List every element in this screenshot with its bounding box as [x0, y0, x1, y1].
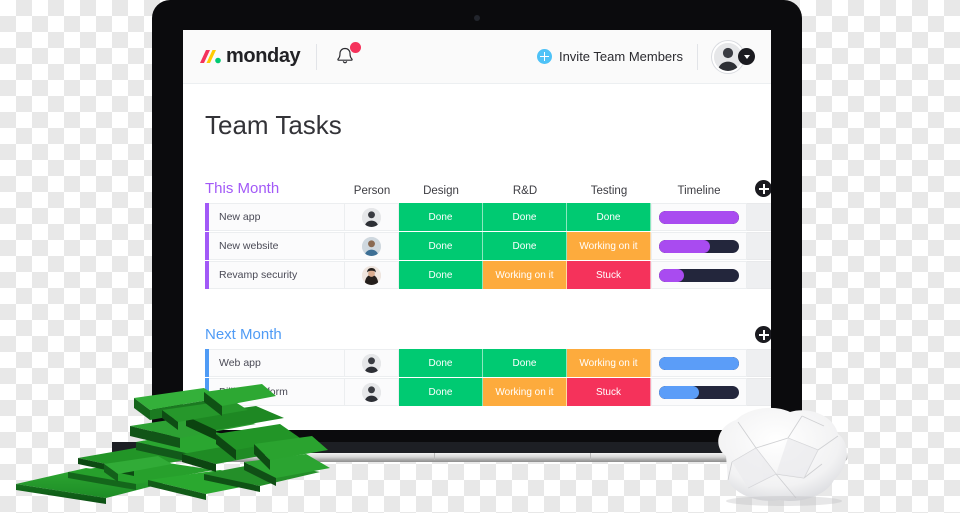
- timeline-bar: [658, 268, 740, 282]
- page-title: Team Tasks: [205, 110, 342, 140]
- laptop-screen: monday Invite Team Members Team Tasks Th…: [183, 30, 771, 430]
- column-header-rnd[interactable]: R&D: [483, 185, 567, 197]
- avatar: [362, 236, 381, 256]
- cell-status-design[interactable]: Done: [399, 378, 483, 406]
- cell-timeline[interactable]: [651, 232, 747, 260]
- cell-status-design[interactable]: Done: [399, 349, 483, 377]
- cell-status-testing[interactable]: Stuck: [567, 261, 651, 289]
- invite-team-members-button[interactable]: Invite Team Members: [536, 49, 683, 64]
- caret-triangle: [743, 55, 750, 59]
- user-avatar-icon: [362, 353, 381, 373]
- add-column-button[interactable]: [755, 326, 771, 343]
- cell-person[interactable]: [345, 232, 399, 260]
- cell-status-rnd[interactable]: Done: [483, 203, 567, 231]
- timeline-bar: [658, 356, 740, 370]
- cell-task-name[interactable]: New website: [209, 232, 345, 260]
- app-header: monday Invite Team Members: [183, 30, 771, 84]
- cell-empty: [747, 203, 771, 231]
- notification-badge: [350, 41, 362, 53]
- timeline-fill: [658, 239, 711, 253]
- cell-timeline[interactable]: [651, 349, 747, 377]
- crumpled-paper-ball: [718, 407, 847, 506]
- timeline-bar: [658, 239, 740, 253]
- column-header-testing[interactable]: Testing: [567, 185, 651, 197]
- group-header: Next Month: [205, 319, 771, 343]
- table-row[interactable]: New app Done Done Done: [205, 203, 771, 231]
- user-menu[interactable]: [712, 40, 755, 73]
- cell-task-name[interactable]: New app: [209, 203, 345, 231]
- brand-name: monday: [226, 45, 301, 67]
- cell-status-rnd[interactable]: Working on it: [483, 378, 567, 406]
- paper-shadow: [726, 496, 842, 506]
- header-divider: [316, 43, 318, 70]
- table-row[interactable]: Web app Done Done Working on it: [205, 349, 771, 377]
- avatar: [362, 382, 381, 402]
- column-header-person[interactable]: Person: [345, 185, 399, 197]
- cell-empty: [747, 232, 771, 260]
- cell-person[interactable]: [345, 203, 399, 231]
- cell-status-testing[interactable]: Working on it: [567, 349, 651, 377]
- cell-status-testing[interactable]: Stuck: [567, 378, 651, 406]
- green-wooden-blocks-pile: [16, 384, 330, 504]
- table-row[interactable]: New website Done Done Working on it: [205, 232, 771, 260]
- cell-person[interactable]: [345, 261, 399, 289]
- cell-person[interactable]: [345, 378, 399, 406]
- user-avatar-icon: [362, 207, 381, 227]
- column-header-design[interactable]: Design: [399, 185, 483, 197]
- laptop-base-notch-right: [590, 453, 591, 460]
- cell-person[interactable]: [345, 349, 399, 377]
- chevron-down-icon[interactable]: [738, 48, 755, 65]
- header-divider-2: [697, 43, 698, 70]
- cell-status-design[interactable]: Done: [399, 232, 483, 260]
- column-header-timeline[interactable]: Timeline: [651, 185, 747, 197]
- cell-timeline[interactable]: [651, 203, 747, 231]
- cell-empty: [747, 378, 771, 406]
- timeline-bar: [658, 385, 740, 399]
- user-avatar-icon: [362, 382, 381, 402]
- group-rows: New app Done Done Done New website Done …: [205, 203, 771, 289]
- timeline-fill: [658, 385, 699, 399]
- laptop-base-notch-left: [434, 453, 435, 460]
- timeline-fill: [658, 356, 740, 370]
- group-this-month: This Month Person Design R&D Testing Tim…: [205, 173, 771, 289]
- cell-timeline[interactable]: [651, 378, 747, 406]
- cell-status-rnd[interactable]: Working on it: [483, 261, 567, 289]
- add-column-button[interactable]: [755, 180, 771, 197]
- brand-logo[interactable]: monday: [199, 45, 301, 68]
- avatar: [362, 265, 381, 285]
- cell-timeline[interactable]: [651, 261, 747, 289]
- user-avatar-icon: [362, 265, 381, 285]
- monday-logo-icon: [200, 50, 221, 64]
- plus-circle-icon: [536, 49, 552, 64]
- user-avatar-icon: [362, 236, 381, 256]
- avatar: [362, 353, 381, 373]
- notifications-button[interactable]: [333, 41, 362, 70]
- board-content: Team Tasks This Month Person Design R&D …: [183, 84, 771, 406]
- paper-body: [718, 407, 847, 502]
- group-title: Next Month: [205, 326, 282, 343]
- webcam-icon: [474, 15, 480, 21]
- cell-empty: [747, 261, 771, 289]
- cell-status-design[interactable]: Done: [399, 203, 483, 231]
- cell-status-testing[interactable]: Working on it: [567, 232, 651, 260]
- group-title: This Month: [205, 180, 280, 197]
- cell-task-name[interactable]: Web app: [209, 349, 345, 377]
- cell-empty: [747, 349, 771, 377]
- invite-label: Invite Team Members: [558, 49, 683, 64]
- timeline-fill: [658, 268, 684, 282]
- cell-status-rnd[interactable]: Done: [483, 349, 567, 377]
- timeline-fill: [658, 210, 740, 224]
- group-header: This Month Person Design R&D Testing Tim…: [205, 173, 771, 197]
- avatar: [362, 207, 381, 227]
- cell-task-name[interactable]: Revamp security: [209, 261, 345, 289]
- cell-status-testing[interactable]: Done: [567, 203, 651, 231]
- cell-status-rnd[interactable]: Done: [483, 232, 567, 260]
- cell-status-design[interactable]: Done: [399, 261, 483, 289]
- table-row[interactable]: Revamp security Done Working on it Stuck: [205, 261, 771, 289]
- timeline-bar: [658, 210, 740, 224]
